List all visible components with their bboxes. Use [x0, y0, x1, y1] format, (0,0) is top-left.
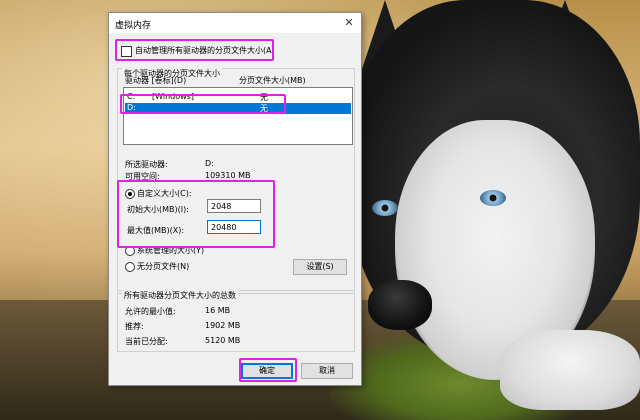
- drive-list-header: 驱动器 [卷标](D) 分页文件大小(MB): [125, 75, 345, 85]
- drive-letter: C:: [127, 92, 136, 101]
- min-allowed-label: 允许的最小值:: [125, 307, 176, 316]
- custom-size-radio[interactable]: [125, 189, 135, 199]
- drive-letter: D:: [127, 103, 136, 112]
- system-managed-label: 系统管理的大小(Y): [137, 246, 205, 255]
- husky-right-eye: [480, 190, 506, 206]
- auto-manage-checkbox[interactable]: [121, 46, 132, 57]
- free-space-value: 109310 MB: [205, 171, 251, 180]
- drive-page-size: 无: [260, 93, 268, 102]
- no-paging-file-label: 无分页文件(N): [137, 262, 190, 271]
- virtual-memory-dialog: 虚拟内存 ✕ 自动管理所有驱动器的分页文件大小(A) 每个驱动器的分页文件大小 …: [108, 12, 362, 386]
- system-managed-radio[interactable]: [125, 246, 135, 256]
- husky-paw: [500, 330, 640, 410]
- drive-row-d[interactable]: D: 无: [125, 103, 351, 114]
- selected-drive-label: 所选驱动器:: [125, 160, 168, 169]
- drive-volume-label: [Windows]: [152, 92, 194, 101]
- current-allocated-value: 5120 MB: [205, 336, 241, 345]
- ok-button[interactable]: 确定: [241, 363, 293, 379]
- totals-group-title: 所有驱动器分页文件大小的总数: [122, 290, 238, 301]
- dialog-title: 虚拟内存: [115, 21, 152, 31]
- drive-page-size: 无: [260, 104, 268, 113]
- husky-nose: [368, 280, 432, 330]
- custom-size-label: 自定义大小(C):: [137, 189, 192, 198]
- title-bar[interactable]: 虚拟内存 ✕: [109, 13, 361, 33]
- current-allocated-label: 当前已分配:: [125, 337, 168, 346]
- initial-size-field[interactable]: [207, 199, 261, 213]
- recommended-label: 推荐:: [125, 322, 144, 331]
- auto-manage-label: 自动管理所有驱动器的分页文件大小(A): [135, 46, 275, 55]
- size-column-header: 分页文件大小(MB): [239, 76, 306, 85]
- no-paging-file-radio[interactable]: [125, 262, 135, 272]
- husky-left-eye: [372, 200, 398, 216]
- cancel-button[interactable]: 取消: [301, 363, 353, 379]
- max-size-label: 最大值(MB)(X):: [127, 226, 185, 235]
- set-button[interactable]: 设置(S): [293, 259, 347, 275]
- min-allowed-value: 16 MB: [205, 306, 231, 315]
- close-icon[interactable]: ✕: [341, 15, 357, 31]
- initial-size-label: 初始大小(MB)(I):: [127, 205, 189, 214]
- max-size-field[interactable]: [207, 220, 261, 234]
- drive-column-header: 驱动器 [卷标](D): [125, 76, 187, 85]
- recommended-value: 1902 MB: [205, 321, 241, 330]
- selected-drive-value: D:: [205, 159, 214, 168]
- free-space-label: 可用空间:: [125, 172, 160, 181]
- drive-row-c[interactable]: C: [Windows] 无: [125, 92, 351, 103]
- drive-list[interactable]: C: [Windows] 无 D: 无: [123, 87, 353, 145]
- auto-manage-checkbox-row[interactable]: 自动管理所有驱动器的分页文件大小(A): [121, 44, 275, 58]
